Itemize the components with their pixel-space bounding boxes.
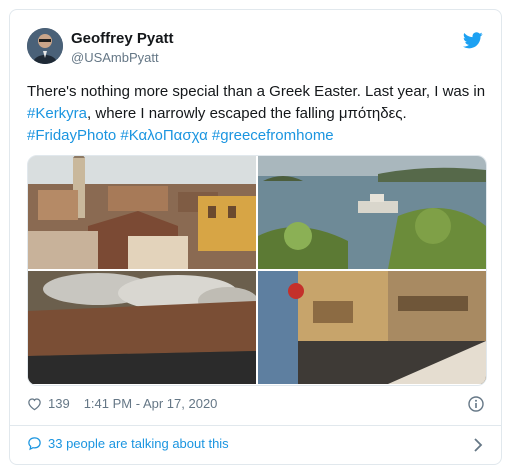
hashtag-link[interactable]: #Kerkyra <box>27 105 87 122</box>
avatar[interactable] <box>27 28 63 64</box>
info-icon[interactable] <box>468 396 484 412</box>
tweet-embed-card[interactable]: Geoffrey Pyatt @USAmbPyatt There's nothi… <box>9 9 502 465</box>
hashtag-link[interactable]: #FridayPhoto <box>27 127 116 144</box>
conversation-link[interactable]: 33 people are talking about this <box>27 436 229 451</box>
divider <box>10 425 501 426</box>
hashtag-link[interactable]: #greecefromhome <box>212 127 334 144</box>
speech-bubble-icon <box>28 437 41 451</box>
tweet-text: There's nothing more special than a Gree… <box>27 81 489 147</box>
timestamp-link[interactable]: 1:41 PM - Apr 17, 2020 <box>84 396 218 411</box>
hashtag-link[interactable]: #ΚαλοΠασχα <box>120 127 207 144</box>
author-handle[interactable]: @USAmbPyatt <box>71 50 159 65</box>
tweet-text-part: There's nothing more special than a Gree… <box>27 83 486 100</box>
photo-smoke-roof[interactable] <box>28 271 256 384</box>
heart-icon[interactable] <box>27 397 42 411</box>
photo-rooftops-bell-tower[interactable] <box>28 156 256 269</box>
chevron-right-icon[interactable] <box>473 438 483 452</box>
tweet-meta: 139 1:41 PM - Apr 17, 2020 <box>27 396 217 411</box>
avatar-image <box>27 28 63 64</box>
photo-street-balconies[interactable] <box>258 271 486 384</box>
tweet-text-part: , where I narrowly escaped the falling μ… <box>87 105 407 122</box>
like-count[interactable]: 139 <box>48 396 70 411</box>
photo-bay-islet[interactable] <box>258 156 486 269</box>
twitter-bird-icon[interactable] <box>463 32 483 49</box>
author-name[interactable]: Geoffrey Pyatt <box>71 30 174 47</box>
conversation-count[interactable]: 33 people are talking about this <box>48 436 229 451</box>
photo-grid <box>27 155 487 386</box>
